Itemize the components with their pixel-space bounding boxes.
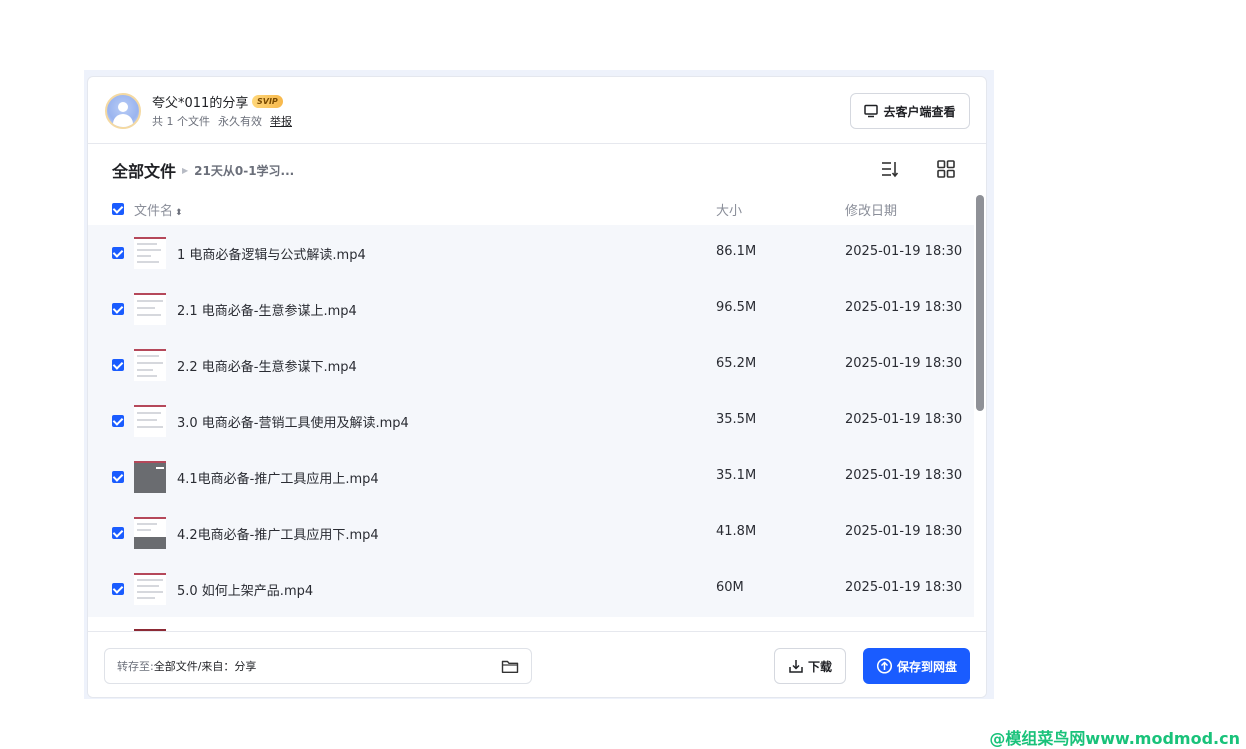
row-checkbox[interactable] (112, 527, 124, 539)
share-header: 夸父*011的分享 SVIP 共 1 个文件 永久有效 举报 去客户端查看 (88, 77, 986, 144)
video-thumbnail-icon (134, 349, 166, 381)
video-thumbnail-icon (134, 573, 166, 605)
file-count: 共 1 个文件 (152, 115, 210, 128)
watermark: @模组菜鸟网www.modmod.cn (989, 729, 1240, 748)
table-row[interactable]: 4.1电商必备-推广工具应用上.mp4 35.1M 2025-01-19 18:… (88, 449, 974, 505)
file-date: 2025-01-19 18:30 (845, 580, 963, 595)
file-date: 2025-01-19 18:30 (845, 244, 963, 259)
validity: 永久有效 (218, 115, 262, 128)
save-to-cloud-label: 保存到网盘 (896, 659, 957, 674)
folder-icon[interactable] (501, 659, 519, 674)
save-path-label: 转存至: (117, 660, 154, 673)
column-header-size: 大小 (716, 204, 743, 219)
file-name[interactable]: 5.0 如何上架产品.mp4 (177, 580, 313, 599)
column-header-date: 修改日期 (845, 204, 898, 219)
video-thumbnail-icon (134, 237, 166, 269)
file-date: 2025-01-19 18:30 (845, 468, 963, 483)
avatar-body (113, 114, 133, 127)
monitor-icon (864, 104, 879, 118)
breadcrumb-current: 21天从0-1学习... (194, 163, 295, 178)
avatar (105, 93, 141, 129)
file-size: 35.5M (716, 412, 757, 427)
breadcrumb-root[interactable]: 全部文件 (112, 158, 176, 182)
svip-badge: SVIP (252, 95, 283, 108)
row-checkbox[interactable] (112, 303, 124, 315)
column-header-name[interactable]: 文件名 ⬍ (134, 200, 183, 219)
row-checkbox[interactable] (112, 359, 124, 371)
file-size: 65.2M (716, 356, 757, 371)
file-date: 2025-01-19 18:30 (845, 356, 963, 371)
grid-view-icon[interactable] (936, 159, 956, 179)
sort-list-icon[interactable] (880, 159, 900, 179)
save-path-selector[interactable]: 转存至: 全部文件/来自：分享 (104, 648, 532, 684)
scrollbar-thumb[interactable] (976, 195, 984, 411)
file-name[interactable]: 1 电商必备逻辑与公式解读.mp4 (177, 244, 366, 263)
table-row[interactable]: 3.0 电商必备-营销工具使用及解读.mp4 35.5M 2025-01-19 … (88, 393, 974, 449)
open-client-label: 去客户端查看 (883, 104, 956, 119)
avatar-head (118, 102, 128, 112)
table-row[interactable]: 2.1 电商必备-生意参谋上.mp4 96.5M 2025-01-19 18:3… (88, 281, 974, 337)
breadcrumb-separator-icon: ▶ (182, 165, 189, 175)
save-path-value: 全部文件/来自：分享 (153, 660, 257, 673)
file-date: 2025-01-19 18:30 (845, 412, 963, 427)
report-link[interactable]: 举报 (270, 113, 292, 129)
video-thumbnail-icon (134, 405, 166, 437)
share-meta: 共 1 个文件 永久有效 举报 (152, 113, 292, 129)
file-date: 2025-01-19 18:30 (845, 524, 963, 539)
table-row[interactable]: 1 电商必备逻辑与公式解读.mp4 86.1M 2025-01-19 18:30 (88, 225, 974, 281)
file-name[interactable]: 4.1电商必备-推广工具应用上.mp4 (177, 468, 379, 487)
file-name[interactable]: 3.0 电商必备-营销工具使用及解读.mp4 (177, 412, 409, 431)
file-size: 41.8M (716, 524, 757, 539)
share-dialog: 夸父*011的分享 SVIP 共 1 个文件 永久有效 举报 去客户端查看 全部… (87, 76, 987, 698)
row-checkbox[interactable] (112, 247, 124, 259)
file-name[interactable]: 2.1 电商必备-生意参谋上.mp4 (177, 300, 357, 319)
video-thumbnail-icon (134, 461, 166, 493)
sort-icon[interactable]: ⬍ (175, 208, 183, 218)
table-row[interactable]: 4.2电商必备-推广工具应用下.mp4 41.8M 2025-01-19 18:… (88, 505, 974, 561)
video-thumbnail-icon (134, 517, 166, 549)
share-title: 夸父*011的分享 (152, 96, 249, 111)
save-to-cloud-button[interactable]: 保存到网盘 (863, 648, 970, 684)
row-checkbox[interactable] (112, 415, 124, 427)
file-size: 86.1M (716, 244, 757, 259)
download-button[interactable]: 下载 (774, 648, 846, 684)
file-date: 2025-01-19 18:30 (845, 300, 963, 315)
row-checkbox[interactable] (112, 471, 124, 483)
download-label: 下载 (807, 659, 832, 674)
select-all-checkbox[interactable] (112, 203, 124, 215)
table-row[interactable]: 5.0 如何上架产品.mp4 60M 2025-01-19 18:30 (88, 561, 974, 617)
table-row[interactable]: 2.2 电商必备-生意参谋下.mp4 65.2M 2025-01-19 18:3… (88, 337, 974, 393)
footer: 转存至: 全部文件/来自：分享 下载 保存到网盘 (88, 631, 986, 697)
file-name[interactable]: 2.2 电商必备-生意参谋下.mp4 (177, 356, 357, 375)
row-checkbox[interactable] (112, 583, 124, 595)
file-size: 35.1M (716, 468, 757, 483)
open-client-button[interactable]: 去客户端查看 (850, 93, 970, 129)
file-size: 96.5M (716, 300, 757, 315)
cloud-upload-icon (876, 658, 893, 674)
breadcrumb: 全部文件 ▶ 21天从0-1学习... (112, 158, 294, 182)
video-thumbnail-icon (134, 293, 166, 325)
file-name[interactable]: 4.2电商必备-推广工具应用下.mp4 (177, 524, 379, 543)
table-header: 文件名 ⬍ 大小 修改日期 (88, 197, 974, 227)
column-header-name-label: 文件名 (134, 204, 174, 219)
file-size: 60M (716, 580, 744, 595)
file-list: 1 电商必备逻辑与公式解读.mp4 86.1M 2025-01-19 18:30… (88, 225, 974, 631)
download-icon (789, 660, 803, 673)
